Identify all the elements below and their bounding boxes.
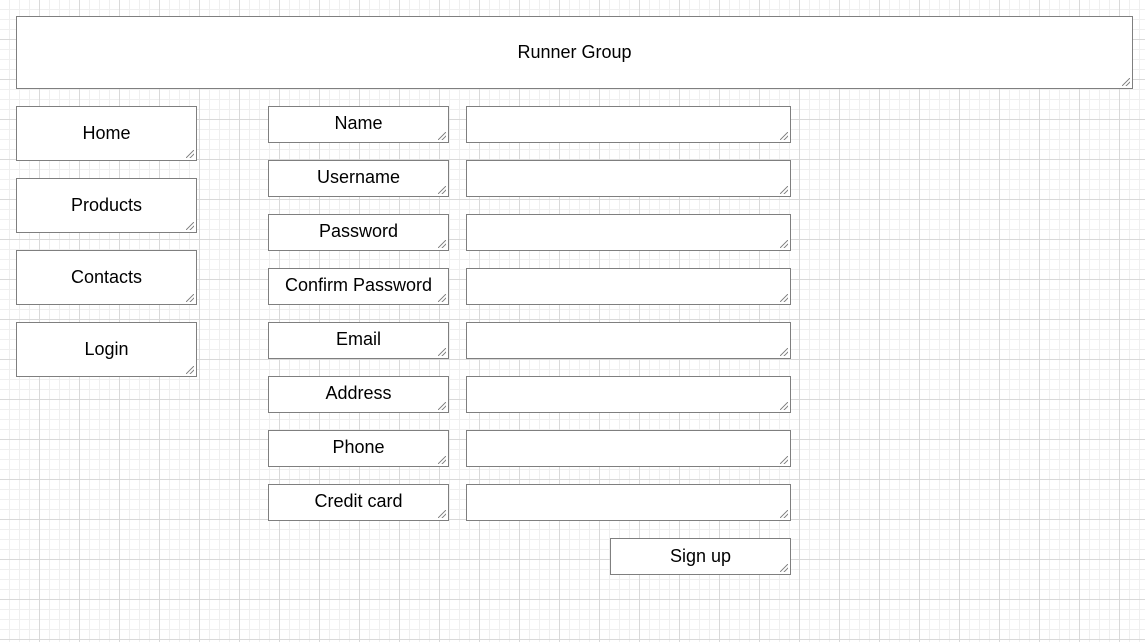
- resize-grip-icon: [438, 186, 446, 194]
- username-label-text: Username: [316, 167, 401, 187]
- resize-grip-icon: [780, 510, 788, 518]
- resize-grip-icon: [780, 240, 788, 248]
- resize-grip-icon: [780, 348, 788, 356]
- resize-grip-icon: [186, 366, 194, 374]
- resize-grip-icon: [186, 294, 194, 302]
- resize-grip-icon: [780, 402, 788, 410]
- sign-up-label: Sign up: [669, 546, 732, 566]
- credit-card-label: Credit card: [268, 484, 449, 521]
- email-label-text: Email: [335, 329, 381, 349]
- password-label: Password: [268, 214, 449, 251]
- resize-grip-icon: [780, 456, 788, 464]
- name-label: Name: [268, 106, 449, 143]
- sign-up-button[interactable]: Sign up: [610, 538, 791, 575]
- credit-card-label-text: Credit card: [314, 491, 403, 511]
- resize-grip-icon: [438, 240, 446, 248]
- email-input[interactable]: [466, 322, 791, 359]
- phone-label-text: Phone: [332, 437, 385, 457]
- nav-login-label: Login: [84, 339, 129, 359]
- resize-grip-icon: [1122, 78, 1130, 86]
- email-label: Email: [268, 322, 449, 359]
- address-label: Address: [268, 376, 449, 413]
- app-title: Runner Group: [517, 42, 632, 62]
- name-input[interactable]: [466, 106, 791, 143]
- name-label-text: Name: [334, 113, 383, 133]
- username-label: Username: [268, 160, 449, 197]
- address-label-text: Address: [325, 383, 392, 403]
- username-input[interactable]: [466, 160, 791, 197]
- nav-contacts-label: Contacts: [70, 267, 143, 287]
- resize-grip-icon: [438, 456, 446, 464]
- resize-grip-icon: [780, 186, 788, 194]
- confirm-password-label: Confirm Password: [268, 268, 449, 305]
- resize-grip-icon: [438, 510, 446, 518]
- nav-home-button[interactable]: Home: [16, 106, 197, 161]
- address-input[interactable]: [466, 376, 791, 413]
- nav-contacts-button[interactable]: Contacts: [16, 250, 197, 305]
- nav-home-label: Home: [82, 123, 131, 143]
- phone-label: Phone: [268, 430, 449, 467]
- resize-grip-icon: [186, 150, 194, 158]
- resize-grip-icon: [780, 132, 788, 140]
- phone-input[interactable]: [466, 430, 791, 467]
- nav-login-button[interactable]: Login: [16, 322, 197, 377]
- resize-grip-icon: [438, 402, 446, 410]
- nav-products-label: Products: [70, 195, 143, 215]
- password-label-text: Password: [318, 221, 399, 241]
- confirm-password-input[interactable]: [466, 268, 791, 305]
- password-input[interactable]: [466, 214, 791, 251]
- resize-grip-icon: [438, 348, 446, 356]
- confirm-password-label-text: Confirm Password: [284, 275, 433, 295]
- header-title-box: Runner Group: [16, 16, 1133, 89]
- resize-grip-icon: [186, 222, 194, 230]
- resize-grip-icon: [780, 564, 788, 572]
- resize-grip-icon: [438, 294, 446, 302]
- nav-products-button[interactable]: Products: [16, 178, 197, 233]
- resize-grip-icon: [780, 294, 788, 302]
- credit-card-input[interactable]: [466, 484, 791, 521]
- resize-grip-icon: [438, 132, 446, 140]
